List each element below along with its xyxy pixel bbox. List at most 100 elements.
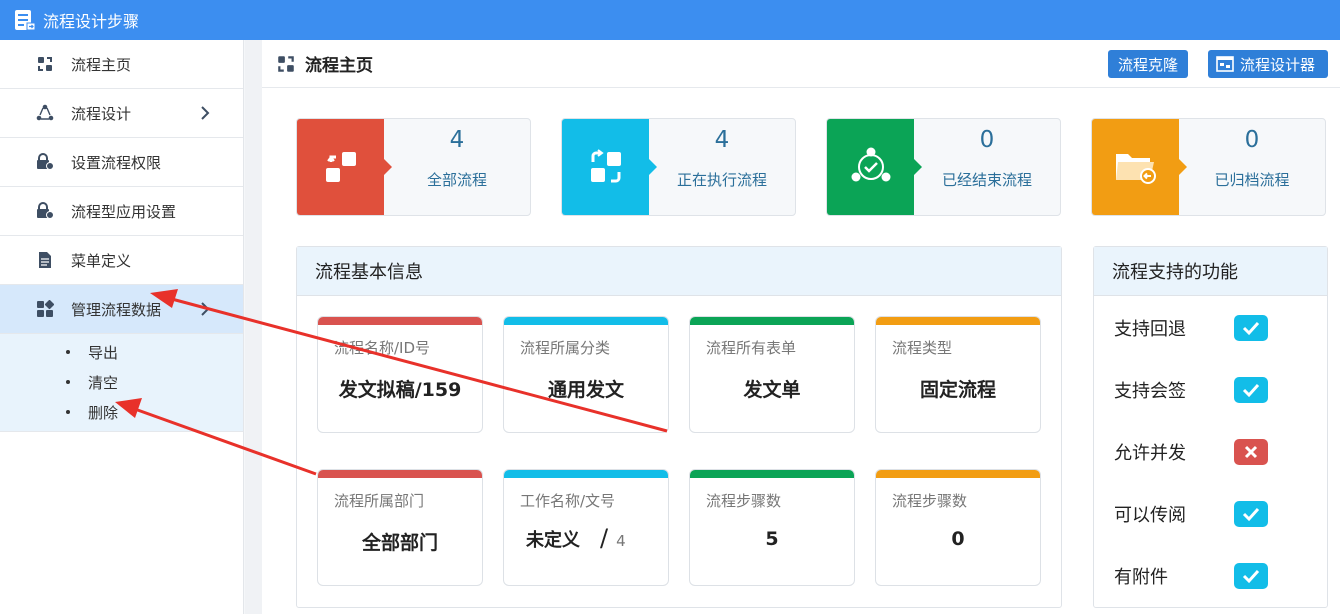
separator-slash: / — [600, 524, 609, 552]
grid-icon — [36, 300, 54, 318]
function-row-countersign: 支持会签 — [1114, 377, 1268, 403]
card-accent-bar — [876, 317, 1040, 325]
stat-icon-box — [827, 119, 922, 215]
sidebar-item-manage-data[interactable]: 管理流程数据 — [0, 285, 243, 334]
info-card-value-extra: 4 — [616, 532, 626, 550]
stat-icon-box — [562, 119, 657, 215]
checkbox-cross-icon[interactable] — [1234, 439, 1268, 465]
info-card-value: 0 — [951, 528, 965, 550]
sidebar-item-app-settings[interactable]: 流程型应用设置 — [0, 187, 243, 236]
stat-label: 正在执行流程 — [676, 171, 767, 189]
bullet-icon — [66, 380, 70, 384]
info-card-value: 发文拟稿/159 — [338, 379, 462, 401]
submenu-item-export[interactable]: 导出 — [0, 337, 243, 367]
function-row-concurrent: 允许并发 — [1114, 439, 1268, 465]
info-card-work-name: 工作名称/文号 未定义 / 4 — [503, 469, 669, 586]
function-label: 允许并发 — [1114, 443, 1186, 464]
submenu-item-clear[interactable]: 清空 — [0, 367, 243, 397]
clone-workflow-button[interactable]: 流程克隆 — [1108, 50, 1188, 78]
stat-card-all-workflows[interactable]: 4 全部流程 — [296, 118, 531, 216]
card-accent-bar — [690, 470, 854, 478]
checkbox-checked-icon[interactable] — [1234, 377, 1268, 403]
stat-label: 已经结束流程 — [941, 171, 1032, 189]
stat-icon-box — [297, 119, 392, 215]
function-label: 支持会签 — [1114, 381, 1186, 402]
checkbox-checked-icon[interactable] — [1234, 501, 1268, 527]
info-card-value: 通用发文 — [547, 379, 624, 401]
info-card-category: 流程所属分类 通用发文 — [503, 316, 669, 433]
window-title: 流程设计步骤 — [43, 12, 140, 31]
main-content: 流程主页 流程克隆 流程设计器 4 全部流程 4 正在执行流程 0 已经结束流程… — [262, 40, 1340, 614]
info-card-value: 全部部门 — [361, 532, 438, 554]
bullet-icon — [66, 410, 70, 414]
lock-gear-icon — [36, 153, 54, 171]
submenu-item-label: 删除 — [88, 403, 119, 422]
info-card-value: 5 — [765, 528, 779, 550]
info-card-label: 流程所属分类 — [520, 339, 611, 357]
info-card-value: 固定流程 — [919, 379, 996, 401]
checkbox-checked-icon[interactable] — [1234, 315, 1268, 341]
panel-title: 流程支持的功能 — [1094, 247, 1327, 296]
info-card-label: 流程名称/ID号 — [334, 339, 431, 357]
app-logo-icon — [15, 10, 36, 31]
info-card-label: 工作名称/文号 — [520, 492, 616, 510]
function-row-attachment: 有附件 — [1114, 563, 1268, 589]
submenu-manage-data: 导出 清空 删除 — [0, 334, 243, 432]
function-row-rollback: 支持回退 — [1114, 315, 1268, 341]
sidebar-item-menu-definition[interactable]: 菜单定义 — [0, 236, 243, 285]
card-accent-bar — [504, 470, 668, 478]
stat-card-finished-workflows[interactable]: 0 已经结束流程 — [826, 118, 1061, 216]
title-bar: 流程设计步骤 — [0, 0, 1340, 40]
submenu-item-delete[interactable]: 删除 — [0, 397, 243, 427]
workflow-icon — [325, 152, 356, 182]
lock-gear-icon — [36, 202, 54, 220]
card-accent-bar — [876, 470, 1040, 478]
info-card-label: 流程所有表单 — [706, 339, 797, 357]
workflow-icon — [36, 55, 54, 73]
info-card-value: 发文单 — [743, 379, 801, 401]
info-card-label: 流程步骤数 — [892, 492, 968, 510]
checkbox-checked-icon[interactable] — [1234, 563, 1268, 589]
sidebar-item-design[interactable]: 流程设计 — [0, 89, 243, 138]
page-title: 流程主页 — [305, 56, 373, 76]
folder-arrow-icon — [1115, 154, 1156, 184]
stat-icon-box — [1092, 119, 1187, 215]
chevron-right-icon — [201, 106, 210, 120]
stat-card-archived-workflows[interactable]: 0 已归档流程 — [1091, 118, 1326, 216]
panel-title: 流程基本信息 — [297, 247, 1061, 296]
designer-button-label: 流程设计器 — [1240, 55, 1316, 74]
info-card-label: 流程所属部门 — [334, 492, 425, 510]
info-card-steps-2: 流程步骤数 0 — [875, 469, 1041, 586]
info-card-label: 流程步骤数 — [706, 492, 782, 510]
bullet-icon — [66, 350, 70, 354]
stat-label: 全部流程 — [426, 171, 487, 189]
stat-card-running-workflows[interactable]: 4 正在执行流程 — [561, 118, 796, 216]
document-icon — [36, 251, 54, 269]
workflow-icon — [278, 55, 294, 72]
info-card-value: 未定义 — [526, 530, 580, 551]
stat-value: 0 — [1244, 127, 1260, 153]
work-name-value-group: 未定义 / 4 — [526, 524, 626, 552]
chevron-right-icon — [201, 302, 210, 316]
share-icon — [36, 104, 54, 122]
stat-value: 4 — [714, 127, 730, 153]
function-label: 可以传阅 — [1114, 505, 1186, 526]
sidebar-item-label: 管理流程数据 — [71, 300, 162, 319]
stat-value: 4 — [449, 127, 465, 153]
sidebar-item-label: 设置流程权限 — [71, 153, 162, 172]
info-card-steps: 流程步骤数 5 — [689, 469, 855, 586]
sidebar-item-permissions[interactable]: 设置流程权限 — [0, 138, 243, 187]
info-card-name-id: 流程名称/ID号 发文拟稿/159 — [317, 316, 483, 433]
workflow-designer-button[interactable]: 流程设计器 — [1208, 50, 1328, 78]
card-accent-bar — [504, 317, 668, 325]
info-card-type: 流程类型 固定流程 — [875, 316, 1041, 433]
page-header: 流程主页 流程克隆 流程设计器 — [262, 40, 1340, 88]
sidebar: 流程主页 流程设计 设置流程权限 流程型应用设置 菜单定义 管理流程数据 导出 … — [0, 40, 244, 614]
card-accent-bar — [318, 470, 482, 478]
info-card-label: 流程类型 — [892, 339, 953, 357]
workflow-functions-panel: 流程支持的功能 支持回退 支持会签 允许并发 可以传阅 有附件 — [1093, 246, 1328, 608]
sidebar-item-label: 流程主页 — [71, 55, 132, 74]
stat-value: 0 — [979, 127, 995, 153]
sidebar-item-home[interactable]: 流程主页 — [0, 40, 243, 89]
card-accent-bar — [690, 317, 854, 325]
